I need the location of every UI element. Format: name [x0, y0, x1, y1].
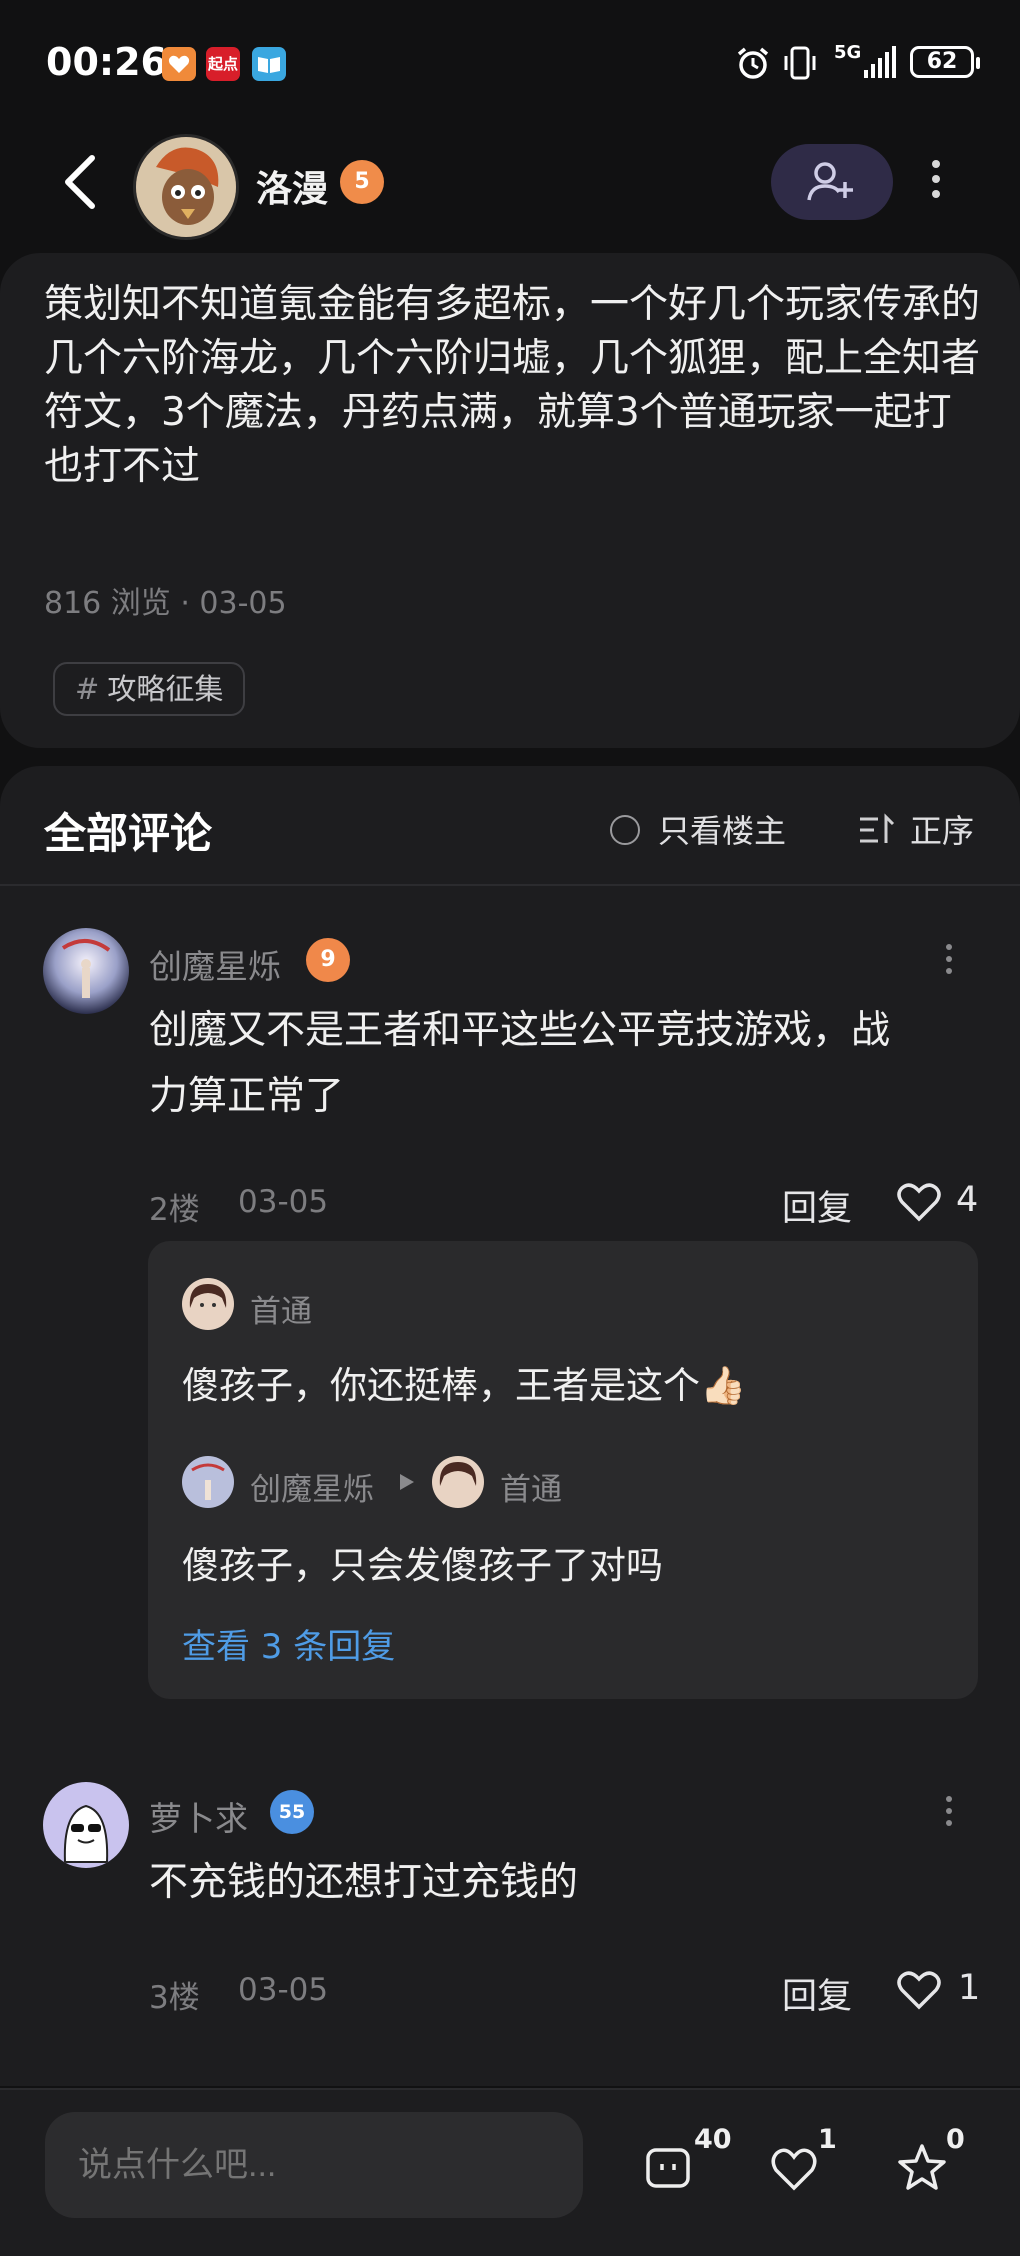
comment-more-icon[interactable]	[946, 944, 956, 981]
comment-text: 创魔又不是王者和平这些公平竞技游戏，战	[149, 1008, 891, 1053]
like-count: 4	[956, 1180, 979, 1220]
divider	[0, 884, 1020, 886]
battery-indicator: 62	[910, 46, 980, 78]
like-count: 1	[958, 1968, 981, 2008]
reply-button[interactable]: 回复	[782, 1968, 852, 2019]
author-avatar[interactable]	[133, 134, 239, 240]
heart-icon	[897, 1971, 941, 2010]
reply-avatar[interactable]	[182, 1456, 234, 1508]
status-bar: 00:26 起点 5G 62	[0, 0, 1020, 120]
heart-icon	[771, 2148, 817, 2191]
author-name[interactable]: 洛漫	[256, 160, 328, 212]
follow-button[interactable]	[771, 144, 893, 220]
comment-button[interactable]	[642, 2140, 698, 2196]
radio-icon	[610, 815, 640, 845]
sort-icon	[860, 813, 895, 843]
hash-icon: #	[75, 672, 100, 706]
reply-avatar[interactable]	[182, 1278, 234, 1330]
clock: 00:26	[46, 40, 167, 84]
heart-icon	[897, 1183, 941, 1222]
view-more-replies-link[interactable]: 查看 3 条回复	[182, 1619, 395, 1668]
comment-floor: 3楼	[149, 1980, 200, 2016]
reply-text: 傻孩子，只会发傻孩子了对吗	[182, 1544, 663, 1587]
more-options-icon[interactable]	[932, 160, 942, 205]
commenter-avatar[interactable]	[43, 928, 129, 1014]
post-content: 策划知不知道氪金能有多超标，一个好几个玩家传承的几个六阶海龙，几个六阶归墟，几个…	[44, 282, 981, 489]
reply-to-avatar[interactable]	[432, 1456, 484, 1508]
book-app-icon	[252, 47, 286, 81]
comment-more-icon[interactable]	[946, 1796, 956, 1833]
signal-icon	[862, 46, 896, 84]
only-op-toggle[interactable]: 只看楼主	[610, 806, 786, 852]
alarm-icon	[734, 44, 772, 86]
comment-input[interactable]	[45, 2112, 583, 2218]
comment-floor: 2楼	[149, 1192, 200, 1228]
reply-text: 傻孩子，你还挺棒，王者是这个👍🏻	[182, 1364, 747, 1407]
sort-order-button[interactable]: 正序	[858, 806, 974, 852]
post-meta: 816 浏览 · 03-05	[44, 586, 287, 621]
level-badge: 9	[306, 938, 350, 982]
level-badge: 55	[270, 1790, 314, 1834]
comment-icon	[646, 2148, 690, 2188]
sort-label: 正序	[910, 812, 975, 850]
comment-text: 力算正常了	[149, 1074, 345, 1119]
tag-label: 攻略征集	[107, 672, 224, 706]
reply-author[interactable]: 创魔星烁	[250, 1464, 374, 1509]
only-op-label: 只看楼主	[658, 812, 787, 850]
like-button[interactable]	[896, 1970, 942, 2014]
back-button[interactable]	[58, 152, 102, 212]
add-user-icon	[807, 162, 853, 201]
favorite-count: 0	[946, 2124, 965, 2155]
post-like-button[interactable]	[768, 2140, 824, 2196]
reply-to-arrow-icon	[398, 1472, 416, 1496]
reply-author[interactable]: 首通	[250, 1286, 312, 1331]
comment-count: 40	[694, 2124, 732, 2155]
app-notification-icon	[162, 47, 196, 81]
comment-date: 03-05	[238, 1972, 329, 2008]
qidian-app-icon: 起点	[206, 47, 240, 81]
reply-button[interactable]: 回复	[782, 1180, 852, 1231]
post-tag[interactable]: # 攻略征集	[53, 662, 246, 716]
commenter-name[interactable]: 创魔星烁	[149, 940, 281, 988]
post-like-count: 1	[818, 2124, 837, 2155]
comment-text: 不充钱的还想打过充钱的	[149, 1860, 579, 1905]
like-button[interactable]	[896, 1182, 942, 1226]
vibrate-icon	[782, 44, 818, 86]
reply-to-name[interactable]: 首通	[500, 1464, 562, 1509]
network-type: 5G	[834, 42, 862, 63]
comments-title: 全部评论	[44, 809, 213, 858]
favorite-button[interactable]	[894, 2140, 950, 2196]
comment-date: 03-05	[238, 1184, 329, 1220]
commenter-avatar[interactable]	[43, 1782, 129, 1868]
star-icon	[898, 2144, 946, 2190]
author-level-badge: 5	[340, 160, 384, 204]
commenter-name[interactable]: 萝卜求	[149, 1792, 248, 1840]
